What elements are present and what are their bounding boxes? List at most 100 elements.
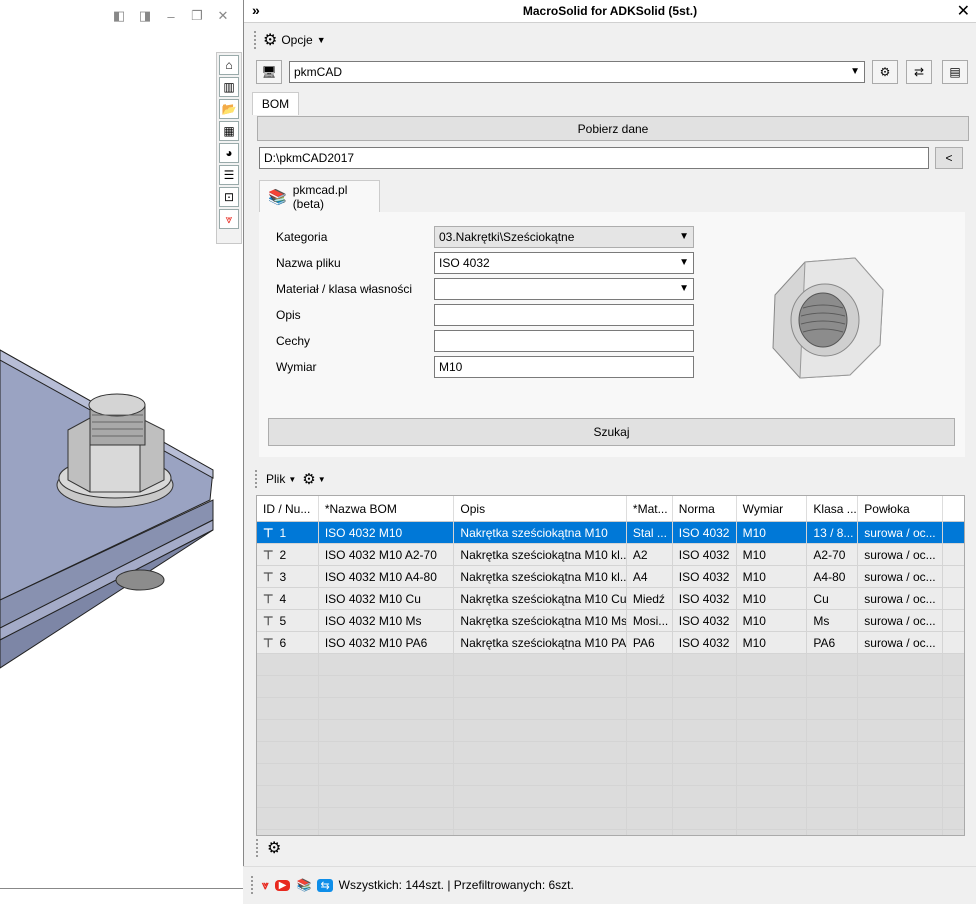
- cad-viewport[interactable]: ◧ ◨ – ❐ ✕: [0, 0, 243, 903]
- sync-button[interactable]: ⇄: [906, 60, 932, 84]
- gear-icon[interactable]: ⚙: [267, 838, 281, 858]
- close-panel-icon[interactable]: ✕: [957, 1, 970, 21]
- chevron-down-icon: ▼: [679, 283, 689, 294]
- cechy-label: Cechy: [276, 334, 311, 348]
- home-icon[interactable]: ⌂: [219, 55, 239, 75]
- custom-tool-icon[interactable]: ⊡: [219, 187, 239, 207]
- col-header-id[interactable]: ID / Nu...: [257, 496, 319, 521]
- material-select[interactable]: ▼: [434, 278, 694, 300]
- cell-text: 5: [279, 613, 287, 628]
- youtube-icon[interactable]: ▶: [274, 879, 291, 891]
- table-cell: [673, 676, 737, 697]
- table-cell: [319, 676, 455, 697]
- cell-text: A4-80: [813, 569, 846, 584]
- table-cell: [858, 720, 944, 741]
- chevron-down-icon: ▼: [679, 257, 689, 268]
- opis-input[interactable]: [434, 304, 694, 326]
- cell-text: ISO 4032 M10 Ms: [324, 613, 422, 628]
- col-header-material[interactable]: *Mat...: [627, 496, 673, 521]
- table-cell: [673, 698, 737, 719]
- col-header-powloka[interactable]: Powłoka: [858, 496, 944, 521]
- table-cell: [943, 720, 964, 741]
- path-value: D:\pkmCAD2017: [264, 151, 355, 165]
- table-settings-icon: ⚙: [302, 471, 316, 488]
- kategoria-value: 03.Nakrętki\Sześciokątne: [439, 230, 575, 244]
- view-palette-icon[interactable]: ▦: [219, 121, 239, 141]
- table-row[interactable]: ⊤ 4 ISO 4032 M10 Cu Nakrętka sześciokątna M…: [257, 588, 964, 610]
- teamviewer-icon[interactable]: ⇆: [317, 878, 333, 892]
- cell-text: M10: [742, 613, 766, 628]
- table-cell: [627, 742, 673, 763]
- export-button[interactable]: ▤: [942, 60, 968, 84]
- table-cell: [807, 654, 859, 675]
- book-icon[interactable]: 📚: [296, 878, 311, 892]
- bom-table[interactable]: ID / Nu... *Nazwa BOM Opis *Mat... Norma…: [256, 495, 965, 836]
- table-row[interactable]: ⊤ 5 ISO 4032 M10 Ms Nakrętka sześciokątna M…: [257, 610, 964, 632]
- grid-settings-menu[interactable]: ⚙ ▼: [302, 470, 325, 488]
- nut-preview-image: [772, 257, 884, 379]
- cell-text: M10: [742, 591, 766, 606]
- folder-icon[interactable]: 📂: [219, 99, 239, 119]
- table-cell: ISO 4032 M10 A2-70: [319, 544, 455, 565]
- file-menu[interactable]: Plik ▼: [266, 472, 296, 486]
- table-row[interactable]: ⊤ 1 ISO 4032 M10 Nakrętka sześciokątna M10 S…: [257, 522, 964, 544]
- search-button[interactable]: Szukaj: [268, 418, 955, 446]
- cechy-input[interactable]: [434, 330, 694, 352]
- wymiar-input[interactable]: M10: [434, 356, 694, 378]
- tab-bom[interactable]: BOM: [252, 92, 299, 115]
- table-cell: [858, 698, 944, 719]
- settings-button[interactable]: ⚙: [872, 60, 898, 84]
- kategoria-label: Kategoria: [276, 230, 328, 244]
- monitor-icon[interactable]: 🖥: [256, 60, 282, 84]
- table-cell: [319, 830, 455, 835]
- table-cell: ISO 4032: [673, 544, 737, 565]
- tab-pkmcad-label: pkmcad.pl (beta): [292, 182, 348, 211]
- table-row[interactable]: ⊤ 3 ISO 4032 M10 A4-80 Nakrętka sześciokątn…: [257, 566, 964, 588]
- table-cell: [943, 566, 964, 587]
- table-row[interactable]: ⊤ 6 ISO 4032 M10 PA6 Nakrętka sześciokątna …: [257, 632, 964, 654]
- options-label: Opcje: [281, 33, 313, 47]
- table-cell: M10: [737, 522, 808, 543]
- cell-text: Ms: [813, 613, 830, 628]
- table-cell: surowa / oc...: [858, 632, 944, 653]
- cell-id: ⊤ 1: [257, 522, 319, 543]
- cell-text: Nakrętka sześciokątna M10 PA6: [460, 635, 627, 650]
- wymiar-label: Wymiar: [276, 360, 317, 374]
- col-header-wymiar[interactable]: Wymiar: [737, 496, 808, 521]
- col-header-nazwa[interactable]: *Nazwa BOM: [319, 496, 455, 521]
- cell-id: ⊤ 2: [257, 544, 319, 565]
- nazwa-select[interactable]: ISO 4032 ▼: [434, 252, 694, 274]
- table-row[interactable]: ⊤ 2 ISO 4032 M10 A2-70 Nakrętka sześciokątn…: [257, 544, 964, 566]
- appearance-icon[interactable]: ◕: [219, 143, 239, 163]
- table-cell: [943, 654, 964, 675]
- macrosolid-logo-icon[interactable]: ⩔: [262, 878, 269, 893]
- table-cell: Stal ...: [627, 522, 673, 543]
- browse-button[interactable]: <: [935, 147, 963, 169]
- server-select[interactable]: pkmCAD ▼: [289, 61, 865, 83]
- table-cell: [943, 786, 964, 807]
- macrosolid-icon[interactable]: ⩔: [219, 209, 239, 229]
- chevron-down-icon: ▼: [850, 66, 860, 77]
- options-menu[interactable]: ⚙ Opcje ▼: [254, 30, 326, 50]
- empty-row: [257, 764, 964, 786]
- kategoria-select[interactable]: 03.Nakrętki\Sześciokątne ▼: [434, 226, 694, 248]
- path-input[interactable]: D:\pkmCAD2017: [259, 147, 929, 169]
- table-cell: [319, 764, 455, 785]
- table-cell: surowa / oc...: [858, 522, 944, 543]
- table-cell: [858, 654, 944, 675]
- col-header-norma[interactable]: Norma: [673, 496, 737, 521]
- fetch-data-button[interactable]: Pobierz dane: [257, 116, 969, 141]
- table-cell: [943, 632, 964, 653]
- cell-text: surowa / oc...: [864, 569, 936, 584]
- table-cell: [257, 654, 319, 675]
- cell-text: Nakrętka sześciokątna M10 kl...: [460, 547, 627, 562]
- properties-icon[interactable]: ☰: [219, 165, 239, 185]
- table-cell: [807, 698, 859, 719]
- panel-title: MacroSolid for ADKSolid (5st.): [522, 4, 698, 18]
- col-header-opis[interactable]: Opis: [454, 496, 627, 521]
- tab-pkmcad[interactable]: 📚 pkmcad.pl (beta): [259, 180, 380, 212]
- parts-library-icon[interactable]: ▥: [219, 77, 239, 97]
- col-header-klasa[interactable]: Klasa ...: [807, 496, 859, 521]
- table-cell: [627, 830, 673, 835]
- table-cell: A4-80: [807, 566, 859, 587]
